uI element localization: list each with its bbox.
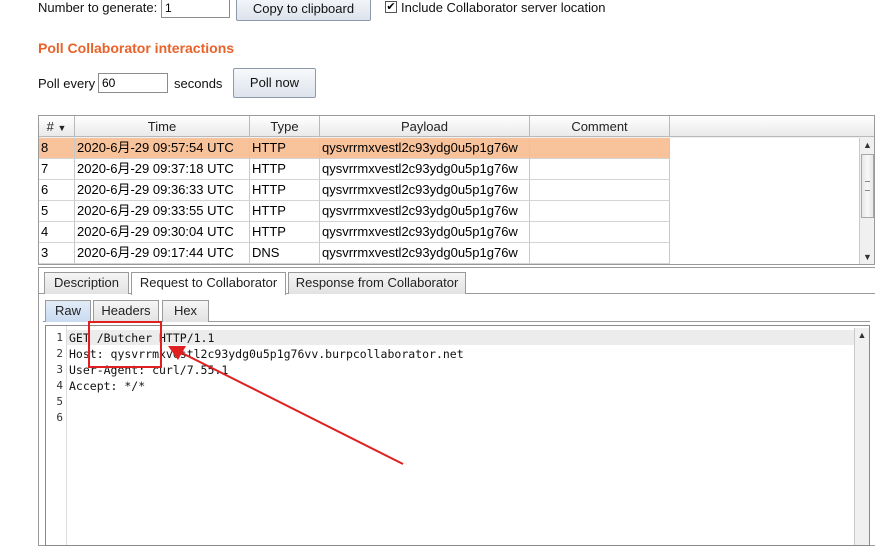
annotation-arrow <box>179 351 404 465</box>
annotation-overlay <box>88 321 404 465</box>
highlight-box <box>88 321 162 368</box>
